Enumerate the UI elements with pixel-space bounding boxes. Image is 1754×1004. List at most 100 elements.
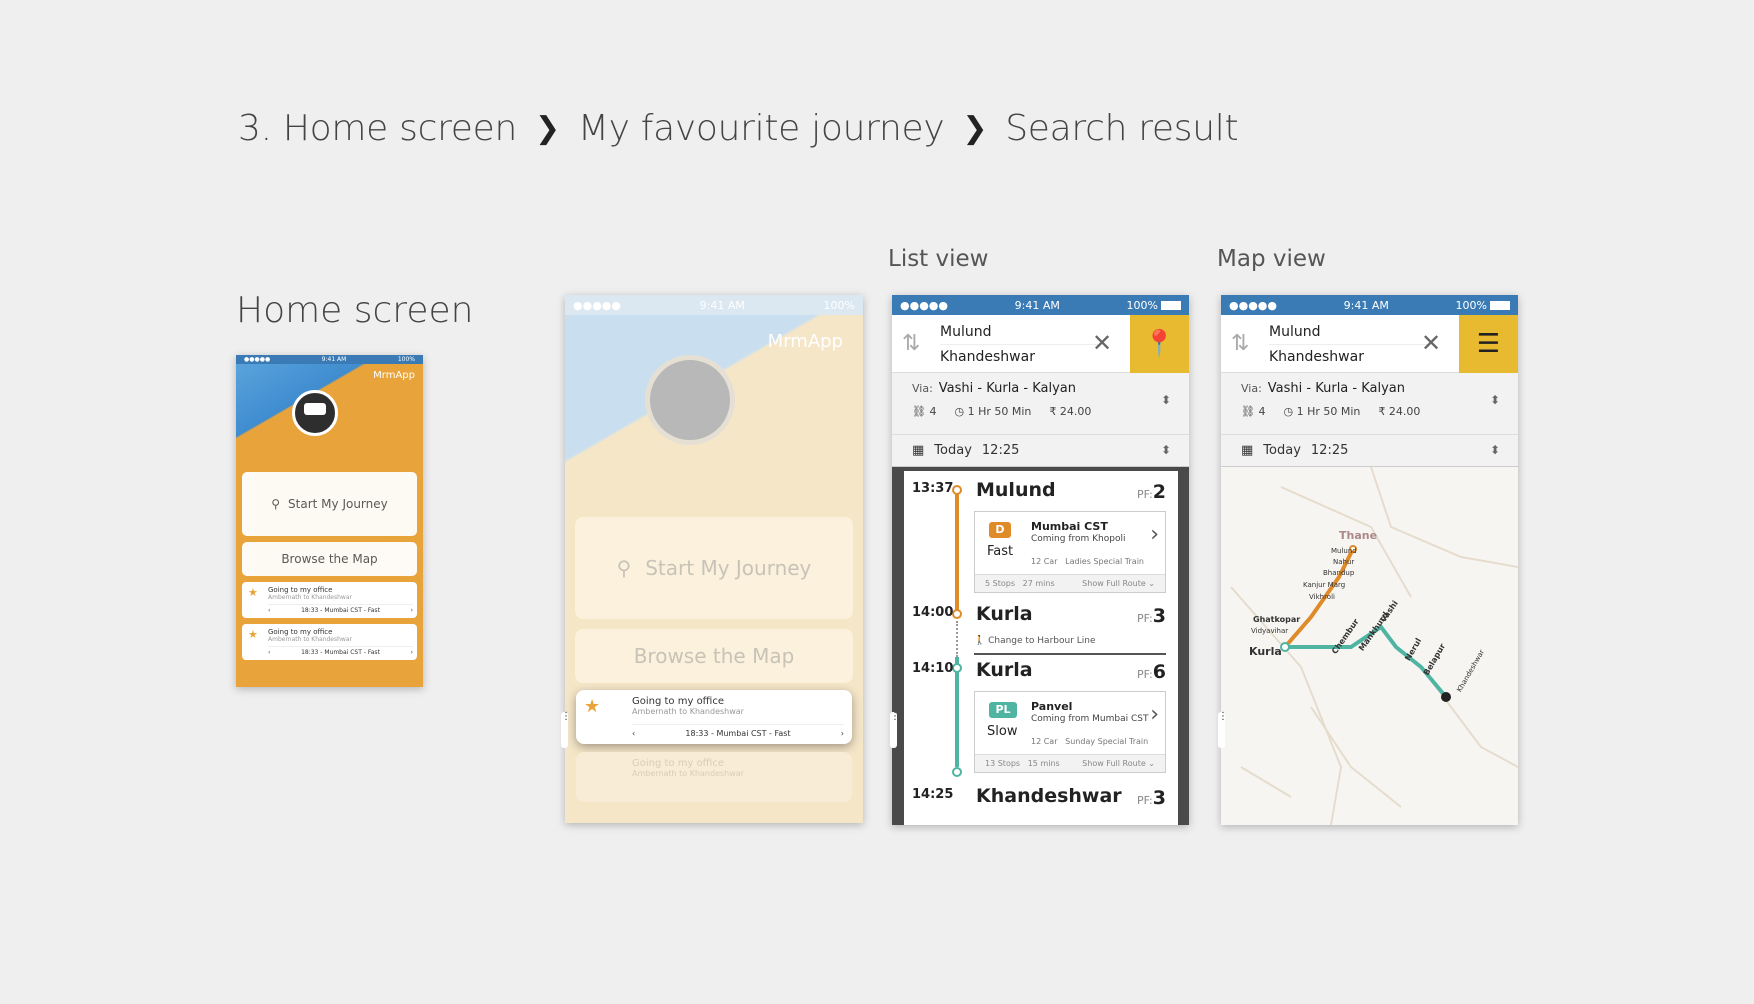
chevron-right-icon[interactable]: › [841, 729, 844, 738]
chevron-right-icon[interactable]: › [1150, 702, 1159, 727]
swap-icon[interactable]: ⇅ [902, 331, 920, 356]
fav-train-row[interactable]: ‹ 18:33 - Mumbai CST - Fast › [268, 604, 413, 614]
platform-number: 3 [1152, 605, 1166, 627]
train-logo-icon [645, 355, 735, 445]
route-map[interactable]: Thane Mulund Nahur Bhandup Kanjur Marg V… [1221, 467, 1518, 825]
status-bar: ●●●●● 9:41 AM 100% [565, 295, 863, 315]
train-card[interactable]: PL Slow Panvel Coming from Mumbai CST 12… [974, 691, 1166, 773]
drag-handle[interactable]: ⋮ [1218, 712, 1228, 748]
stop-dot [952, 767, 962, 777]
favourite-card[interactable]: ★ Going to my office Ambernath to Khande… [242, 624, 417, 660]
from-station[interactable]: Mulund [940, 324, 991, 340]
chevron-left-icon[interactable]: ‹ [268, 649, 270, 656]
show-full-route-link[interactable]: Show Full Route ⌄ [1082, 579, 1155, 588]
stop-count: 13 Stops [985, 759, 1021, 768]
swap-icon[interactable]: ⇅ [1231, 331, 1249, 356]
train-card[interactable]: D Fast Mumbai CST Coming from Khopoli 12… [974, 511, 1166, 593]
fav-title: Going to my office [632, 696, 725, 707]
stop-time: 14:00 [912, 605, 954, 620]
expand-icon[interactable]: ⬍ [1161, 443, 1171, 457]
date-day: Today [1263, 443, 1301, 458]
battery-icon [1489, 301, 1510, 310]
calendar-icon: ▦ [912, 443, 925, 458]
battery-icon [1160, 301, 1181, 310]
signal-icon: ●●●●● [244, 356, 271, 363]
fare: ₹ 24.00 [1378, 405, 1421, 418]
favourite-card-raised[interactable]: ★ Going to my office Ambernath to Khande… [576, 690, 852, 744]
status-time: 9:41 AM [699, 298, 745, 312]
stop-time: 14:25 [912, 787, 954, 802]
map-label-nahur: Nahur [1333, 558, 1355, 566]
favourite-phone: ●●●●● 9:41 AM 100% MrmApp ⚲ Start My Jou… [565, 295, 863, 823]
to-station[interactable]: Khandeshwar [1269, 349, 1364, 365]
date-row[interactable]: ▦ Today 12:25 ⬍ [892, 435, 1189, 467]
platform: PF:2 [1137, 481, 1166, 503]
chevron-right-icon[interactable]: › [1150, 522, 1159, 547]
stop-dot [952, 609, 962, 619]
changes-count: 4 [929, 405, 937, 418]
change-text: Change to Harbour Line [988, 636, 1096, 646]
date-time: 12:25 [981, 443, 1020, 458]
chevron-left-icon[interactable]: ‹ [268, 607, 270, 614]
status-bar: ●●●●● 9:41 AM 100% [892, 295, 1189, 315]
platform-number: 2 [1152, 481, 1166, 503]
star-icon[interactable]: ★ [584, 696, 600, 717]
browse-map-button[interactable]: Browse the Map [242, 542, 417, 576]
via-stations: Vashi - Kurla - Kalyan [1267, 381, 1405, 396]
start-journey-button[interactable]: ⚲ Start My Journey [242, 472, 417, 536]
map-label-vikhroli: Vikhroli [1309, 593, 1335, 601]
fav-train-row[interactable]: ‹ 18:33 - Mumbai CST - Fast › [268, 646, 413, 656]
home-screen-label: Home screen [236, 290, 474, 331]
fav-title: Going to my office [268, 628, 333, 636]
train-footer: 5 Stops 27 mins Show Full Route ⌄ [975, 574, 1165, 592]
platform-label: PF: [1136, 612, 1153, 625]
map-label-thane: Thane [1339, 529, 1378, 542]
train-logo-icon [292, 390, 338, 436]
expand-icon[interactable]: ⬍ [1490, 443, 1500, 457]
close-icon[interactable]: ✕ [1421, 329, 1441, 357]
train-badge: PL [989, 702, 1017, 718]
from-station[interactable]: Mulund [1269, 324, 1320, 340]
chevron-right-icon[interactable]: › [411, 607, 413, 614]
status-time: 9:41 AM [321, 356, 347, 363]
list-view-button[interactable]: ☰ [1459, 315, 1518, 373]
map-view-button[interactable]: 📍 [1130, 315, 1189, 373]
to-station[interactable]: Khandeshwar [940, 349, 1035, 365]
start-journey-button[interactable]: ⚲ Start My Journey [575, 517, 853, 619]
map-label-bhandup: Bhandup [1323, 569, 1355, 577]
via-label: Via: [912, 382, 933, 395]
expand-icon[interactable]: ⬍ [1490, 393, 1500, 407]
home-phone: ●●●●● 9:41 AM 100% MrmApp ⚲ Start My Jou… [236, 355, 423, 687]
show-full-route-link[interactable]: Show Full Route ⌄ [1082, 759, 1155, 768]
breadcrumb: 3. Home screen ❯ My favourite journey ❯ … [238, 108, 1239, 149]
via-stations: Vashi - Kurla - Kalyan [938, 381, 1076, 396]
stop-dot [952, 485, 962, 495]
route-summary[interactable]: Via: Vashi - Kurla - Kalyan ⛓ 4 ◷ 1 Hr 50… [1221, 373, 1518, 435]
date-row[interactable]: ▦ Today 12:25 ⬍ [1221, 435, 1518, 467]
browse-map-button[interactable]: Browse the Map [575, 629, 853, 683]
platform: PF:3 [1137, 605, 1166, 627]
chevron-right-icon: ❯ [535, 111, 560, 146]
map-label-mulund: Mulund [1331, 547, 1357, 555]
train-special: Sunday Special Train [1065, 737, 1149, 746]
favourite-card[interactable]: ★ Going to my office Ambernath to Khande… [242, 582, 417, 618]
chevron-right-icon[interactable]: › [411, 649, 413, 656]
list-icon: ☰ [1476, 329, 1501, 359]
fav-train-row[interactable]: ‹ 18:33 - Mumbai CST - Fast › [632, 724, 844, 738]
app-logo: MrmApp [767, 331, 843, 352]
close-icon[interactable]: ✕ [1092, 329, 1112, 357]
train-kind: Slow [987, 724, 1018, 739]
app-logo: MrmApp [373, 370, 415, 381]
drag-handle[interactable]: ⋮ [890, 712, 900, 748]
line-segment-orange [955, 493, 959, 617]
expand-icon[interactable]: ⬍ [1161, 393, 1171, 407]
platform-label: PF: [1136, 794, 1153, 807]
route-summary[interactable]: Via: Vashi - Kurla - Kalyan ⛓ 4 ◷ 1 Hr 50… [892, 373, 1189, 435]
chevron-left-icon[interactable]: ‹ [632, 729, 635, 738]
train-info: 12 Car Ladies Special Train [1031, 557, 1144, 566]
fav-train: 18:33 - Mumbai CST - Fast [301, 607, 380, 614]
favourite-card[interactable]: Going to my office Ambernath to Khandesh… [576, 752, 852, 802]
drag-handle[interactable]: ⋮ [561, 712, 571, 748]
stop-time: 14:10 [912, 661, 954, 676]
fav-subtitle: Ambernath to Khandeshwar [632, 707, 744, 716]
